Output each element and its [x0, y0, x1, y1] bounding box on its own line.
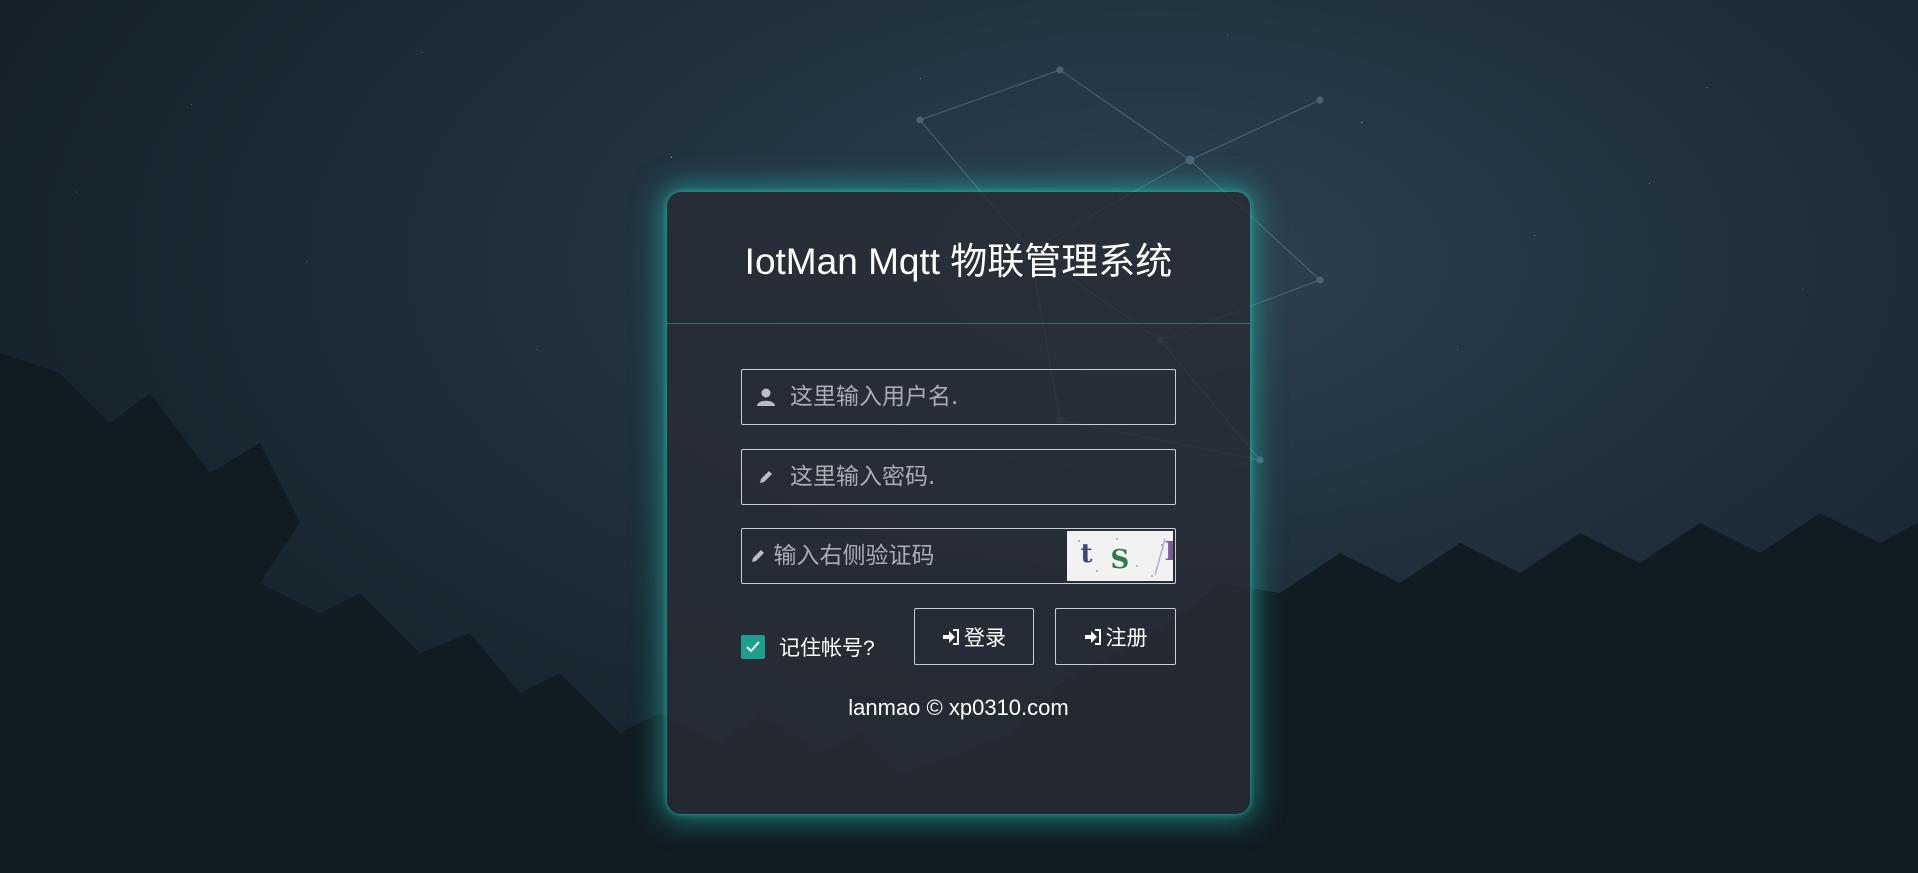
- captcha-char: S: [1110, 545, 1130, 575]
- captcha-input[interactable]: [773, 529, 1067, 583]
- page-title: IotMan Mqtt 物联管理系统: [667, 192, 1250, 324]
- login-button[interactable]: 登录: [914, 608, 1034, 665]
- pencil-icon: [742, 450, 790, 504]
- password-input[interactable]: [790, 450, 1175, 504]
- remember-label: 记住帐号?: [779, 637, 875, 660]
- captcha-char: L: [1165, 537, 1173, 567]
- login-page: { "title": "IotMan Mqtt 物联管理系统", "form":…: [0, 0, 1918, 873]
- checkmark-icon: [746, 641, 760, 653]
- remember-account-toggle[interactable]: 记住帐号?: [741, 632, 875, 662]
- username-input[interactable]: [790, 370, 1175, 424]
- password-field: [741, 449, 1176, 505]
- register-button[interactable]: 注册: [1055, 608, 1176, 665]
- user-icon: [742, 370, 790, 424]
- captcha-image[interactable]: t S L d: [1066, 531, 1173, 581]
- captcha-char: t: [1080, 539, 1093, 569]
- copyright-footer: lanmao © xp0310.com: [848, 695, 1069, 720]
- sign-in-icon: [943, 628, 959, 645]
- register-label: 注册: [1105, 625, 1148, 650]
- username-field: [741, 369, 1176, 425]
- pencil-icon: [742, 529, 774, 583]
- login-label: 登录: [964, 625, 1006, 650]
- captcha-field: t S L d: [741, 528, 1176, 584]
- remember-checkbox[interactable]: [741, 635, 765, 659]
- sign-in-icon: [1084, 628, 1101, 645]
- login-card: IotMan Mqtt 物联管理系统 t: [667, 192, 1250, 814]
